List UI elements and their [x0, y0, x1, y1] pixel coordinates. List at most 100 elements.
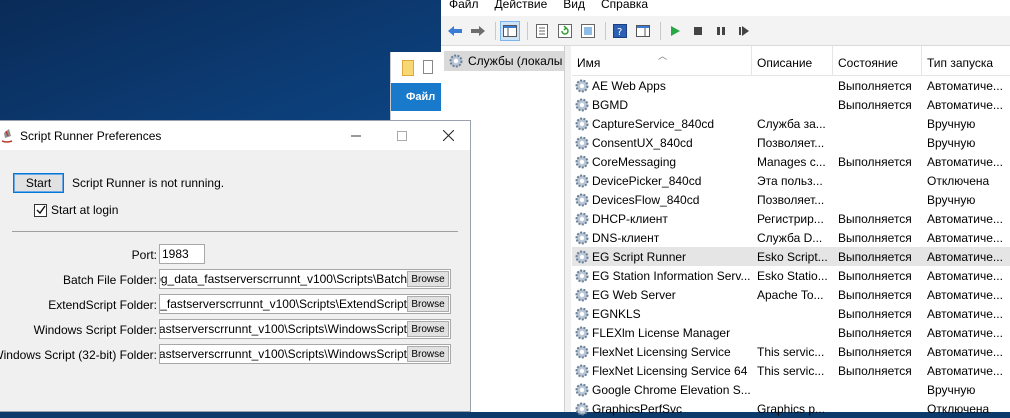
- service-name-cell: FlexNet Licensing Service 64: [572, 363, 752, 379]
- service-state: Выполняется: [838, 211, 912, 226]
- console-tree-icon[interactable]: [500, 20, 520, 41]
- service-row[interactable]: BGMD Выполняется Автоматиче...: [572, 95, 1010, 114]
- service-name-cell: BGMD: [572, 97, 752, 113]
- service-state: Выполняется: [838, 249, 912, 264]
- help-icon[interactable]: ?: [610, 21, 630, 41]
- dialog-title: Script Runner Preferences: [20, 129, 162, 143]
- tree-item-services-local[interactable]: Службы (локалы: [444, 51, 564, 71]
- start-button[interactable]: Start: [13, 173, 64, 193]
- export-list-icon[interactable]: [578, 21, 598, 41]
- service-row[interactable]: DNS-клиент Служба D... Выполняется Автомати…: [572, 228, 1010, 247]
- column-description[interactable]: Описание: [752, 46, 833, 76]
- toolbar-separator: [527, 21, 528, 40]
- service-row[interactable]: EG Web Server Apache To... Выполняется Авто…: [572, 285, 1010, 304]
- windows-script-32bit-folder-label: Windows Script (32-bit) Folder:: [0, 348, 157, 362]
- menu-view[interactable]: Вид: [563, 0, 585, 10]
- pause-service-icon[interactable]: [711, 21, 731, 41]
- menu-file[interactable]: Файл: [449, 0, 479, 10]
- menu-help[interactable]: Справка: [601, 0, 648, 10]
- service-description: Graphics p...: [757, 401, 826, 416]
- windows-script-32bit-browse-button[interactable]: Browse: [407, 346, 449, 362]
- service-startup-type: Автоматиче...: [927, 78, 1003, 93]
- service-gear-icon: [575, 383, 589, 396]
- service-state: Выполняется: [838, 154, 912, 169]
- service-name-cell: GraphicsPerfSvc: [572, 401, 752, 417]
- service-name-cell: DevicesFlow_840cd: [572, 192, 752, 208]
- extendscript-browse-button[interactable]: Browse: [407, 296, 449, 312]
- port-value: 1983: [162, 247, 189, 261]
- service-row[interactable]: GraphicsPerfSvc Graphics p... Отключена: [572, 399, 1010, 418]
- service-row[interactable]: DevicesFlow_840cd Позволяет... Вручную: [572, 190, 1010, 209]
- extendscript-folder-input[interactable]: C:\bg_data_fastserverscrrunnt_v100\Scrip…: [159, 294, 451, 314]
- service-row[interactable]: DHCP-клиент Регистрир... Выполняется Автома…: [572, 209, 1010, 228]
- service-startup-type: Автоматиче...: [927, 211, 1003, 226]
- service-gear-icon: [575, 402, 589, 415]
- forward-icon[interactable]: [468, 21, 488, 41]
- list-header: Имя Описание Состояние Тип запуска ︿: [572, 46, 1010, 76]
- service-gear-icon: [575, 212, 589, 225]
- service-gear-icon: [575, 231, 589, 244]
- service-row[interactable]: CaptureService_840cd Служба за... Вручную: [572, 114, 1010, 133]
- close-button[interactable]: [425, 121, 471, 150]
- minimize-button[interactable]: [333, 121, 379, 150]
- menu-action[interactable]: Действие: [495, 0, 548, 10]
- restart-service-icon[interactable]: [734, 21, 754, 41]
- windows-script-folder-label: Windows Script Folder:: [33, 323, 157, 337]
- checkmark-icon: [36, 205, 46, 215]
- refresh-icon[interactable]: [555, 21, 575, 41]
- maximize-button[interactable]: [379, 121, 425, 150]
- service-row[interactable]: EGNKLS Выполняется Автоматиче...: [572, 304, 1010, 323]
- service-row[interactable]: ConsentUX_840cd Позволяет... Вручную: [572, 133, 1010, 152]
- service-name: EG Script Runner: [592, 249, 687, 264]
- service-state: Выполняется: [838, 325, 912, 340]
- service-name: BGMD: [592, 97, 628, 112]
- stop-service-icon[interactable]: [688, 21, 708, 41]
- service-name-cell: ConsentUX_840cd: [572, 135, 752, 151]
- divider: [12, 231, 458, 232]
- service-startup-type: Отключена: [927, 173, 990, 188]
- service-state: Выполняется: [838, 78, 912, 93]
- service-gear-icon: [575, 326, 589, 339]
- column-state[interactable]: Состояние: [833, 46, 922, 76]
- toolbar-separator: [495, 21, 496, 40]
- windows-script-folder-input[interactable]: C:\bg_data_fastserverscrrunnt_v100\Scrip…: [159, 319, 451, 339]
- service-row[interactable]: Google Chrome Elevation S... Вручную: [572, 380, 1010, 399]
- start-at-login-checkbox[interactable]: [34, 203, 47, 217]
- service-name-cell: FlexNet Licensing Service: [572, 344, 752, 360]
- service-description: This servic...: [757, 344, 825, 359]
- service-name-cell: CaptureService_840cd: [572, 116, 752, 132]
- service-name-cell: CoreMessaging: [572, 154, 752, 170]
- service-row[interactable]: DevicePicker_840cd Эта польз... Отключена: [572, 171, 1010, 190]
- service-row[interactable]: CoreMessaging Manages c... Выполняется Авто…: [572, 152, 1010, 171]
- batch-browse-button[interactable]: Browse: [407, 271, 449, 287]
- toolbar: ?: [441, 16, 1010, 46]
- back-icon[interactable]: [445, 21, 465, 41]
- service-row[interactable]: FlexNet Licensing Service 64 This servic.…: [572, 361, 1010, 380]
- service-row[interactable]: AE Web Apps Выполняется Автоматиче...: [572, 76, 1010, 95]
- menu-bar: Файл Действие Вид Справка: [441, 0, 1010, 16]
- service-startup-type: Автоматиче...: [927, 325, 1003, 340]
- service-row[interactable]: FlexNet Licensing Service This servic... В…: [572, 342, 1010, 361]
- show-hide-pane-icon[interactable]: [633, 21, 653, 41]
- service-startup-type: Вручную: [927, 116, 976, 131]
- dialog-titlebar[interactable]: Script Runner Preferences: [0, 121, 470, 150]
- java-app-icon: [1, 129, 13, 143]
- port-input[interactable]: 1983: [159, 244, 205, 264]
- windows-script-32bit-folder-input[interactable]: C:\bg_data_fastserverscrrunnt_v100\Scrip…: [159, 344, 451, 364]
- tree-scrollbar[interactable]: [565, 46, 571, 412]
- service-row[interactable]: EG Script Runner Esko Script... Выполняетс…: [572, 247, 1010, 266]
- batch-folder-input[interactable]: C:\bg_data_fastserverscrrunnt_v100\Scrip…: [159, 269, 451, 289]
- explorer-file-tab[interactable]: Файл: [391, 83, 443, 111]
- start-service-icon[interactable]: [665, 21, 685, 41]
- service-gear-icon: [575, 174, 589, 187]
- service-row[interactable]: EG Station Information Serv... Esko Stati…: [572, 266, 1010, 285]
- service-name: CaptureService_840cd: [592, 116, 715, 131]
- batch-folder-label: Batch File Folder:: [62, 273, 157, 287]
- service-description: Регистрир...: [757, 211, 824, 226]
- service-row[interactable]: FLEXlm License Manager Выполняется Автомат…: [572, 323, 1010, 342]
- column-startup-type[interactable]: Тип запуска: [922, 46, 1010, 76]
- service-name-cell: DNS-клиент: [572, 230, 752, 246]
- properties-icon[interactable]: [532, 21, 552, 41]
- service-description: Esko Script...: [757, 249, 828, 264]
- windows-script-browse-button[interactable]: Browse: [407, 321, 449, 337]
